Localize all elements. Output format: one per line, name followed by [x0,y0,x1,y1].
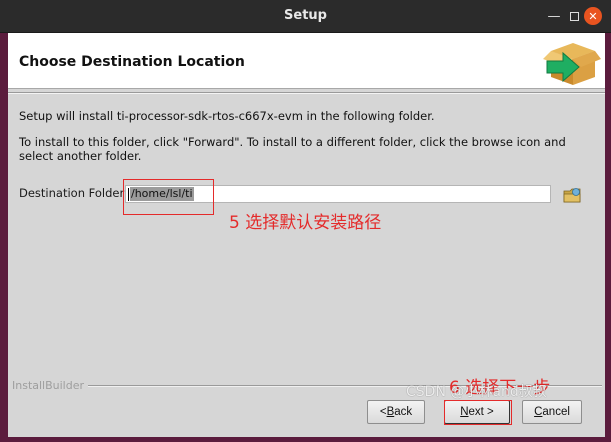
window-title: Setup [284,8,327,23]
close-icon[interactable]: ✕ [584,7,602,25]
package-box-icon [543,43,601,85]
maximize-icon[interactable] [565,7,583,25]
back-button-rest: ack [394,406,413,418]
install-info-text: Setup will install ti-processor-sdk-rtos… [19,109,435,123]
destination-folder-label: Destination Folder [19,186,125,200]
back-button-accel: B [386,406,395,418]
page-title: Choose Destination Location [19,54,245,70]
csdn-watermark: CSDN @小林and叔叔 [406,384,547,400]
window-titlebar[interactable]: Setup — ✕ [0,0,611,33]
instruction-text: To install to this folder, click "Forwar… [19,135,566,163]
minimize-icon[interactable]: — [545,7,563,25]
cancel-button-accel: C [534,406,543,418]
installbuilder-brand: InstallBuilder [12,379,85,392]
cancel-button-rest: ancel [542,406,570,418]
back-button[interactable]: < Back [367,400,425,424]
installer-window: Choose Destination Location Setup will i… [8,33,605,437]
browse-folder-icon[interactable] [563,186,583,204]
wizard-header: Choose Destination Location [8,33,605,89]
header-divider [8,92,605,94]
cancel-button[interactable]: Cancel [522,400,582,424]
annotation-step-5: 5 选择默认安装路径 [229,213,382,233]
annotation-box-destination [123,179,214,215]
annotation-box-next [444,400,512,425]
back-button-prefix: < [379,406,387,418]
